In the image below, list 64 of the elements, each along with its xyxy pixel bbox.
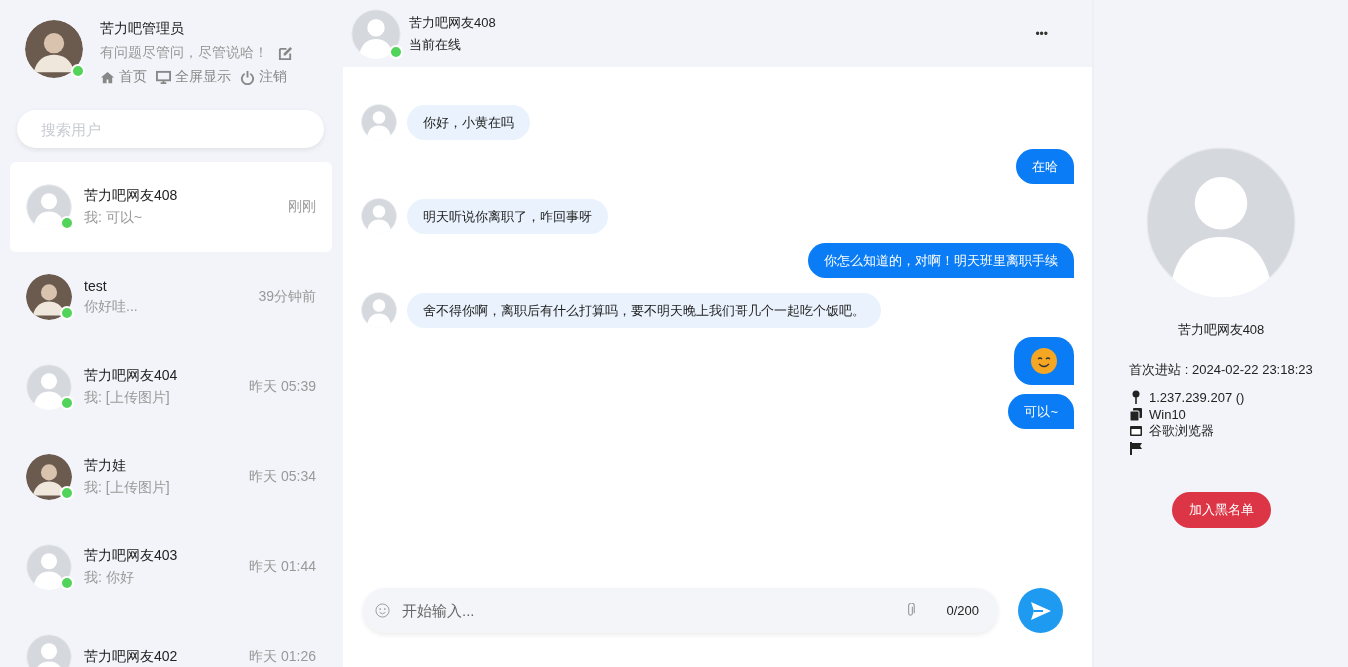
user-name: 苦力吧网友408 <box>1177 321 1265 339</box>
contact-name: test <box>84 278 108 294</box>
default-avatar-icon <box>1146 147 1296 297</box>
message-time: 昨天 01:44 <box>249 558 316 576</box>
conversation-item[interactable]: 苦力吧网友403 我: 你好 昨天 01:44 <box>10 522 332 612</box>
message-composer[interactable]: 开始输入... 0/200 <box>363 588 998 633</box>
message-time: 刚刚 <box>288 198 316 216</box>
smiley-icon <box>1031 348 1057 374</box>
message-preview: 我: [上传图片] <box>84 479 171 497</box>
device-icon <box>1129 407 1143 421</box>
conversation-item[interactable]: 苦力娃 我: [上传图片] 昨天 05:34 <box>10 432 332 522</box>
default-avatar-icon <box>361 198 397 234</box>
edit-icon[interactable] <box>278 45 293 61</box>
detail-text: 谷歌浏览器 <box>1149 422 1214 440</box>
send-button[interactable] <box>1018 588 1063 633</box>
message-input[interactable]: 开始输入... <box>400 601 894 620</box>
message-time: 昨天 01:26 <box>249 648 316 666</box>
blacklist-button[interactable]: 加入黑名单 <box>1171 492 1271 528</box>
detail-text: Win10 <box>1149 406 1186 422</box>
message-preview: 我: 你好 <box>84 569 135 587</box>
message-preview: 我: 可以~ <box>84 209 143 227</box>
contact-name: 苦力吧网友402 <box>84 648 179 666</box>
contact-name: 苦力吧网友403 <box>84 547 179 565</box>
message-bubble: 你怎么知道的，对啊！明天班里离职手续 <box>808 243 1074 278</box>
character-counter: 0/200 <box>946 603 979 618</box>
contact-name: 苦力吧网友408 <box>84 187 179 205</box>
message-time: 昨天 05:34 <box>249 468 316 486</box>
more-button[interactable]: ••• <box>1029 25 1054 42</box>
default-avatar-icon <box>26 184 72 230</box>
power-icon <box>240 69 255 85</box>
home-icon <box>100 69 115 85</box>
message-bubble: 舍不得你啊，离职后有什么打算吗，要不明天晚上我们哥几个一起吃个饭吧。 <box>407 292 881 328</box>
first-visit-text: 首次进站 : 2024-02-22 23:18:23 <box>1129 361 1313 379</box>
status-text: 有问题尽管问，尽管说哈！ <box>100 44 268 62</box>
online-status: 当前在线 <box>409 35 462 54</box>
avatar-photo-icon <box>25 20 83 78</box>
avatar-photo-icon <box>26 274 72 320</box>
message-time: 昨天 05:39 <box>249 378 316 396</box>
conversation-item[interactable]: 苦力吧网友408 我: 可以~ 刚刚 <box>10 162 332 252</box>
flag-icon <box>1129 441 1143 455</box>
message-bubble: 你好，小黄在吗 <box>407 104 530 140</box>
contact-name: 苦力吧网友404 <box>84 367 179 385</box>
default-avatar-icon <box>26 364 72 410</box>
browser-icon <box>1129 424 1143 438</box>
detail-text: 1.237.239.207 () <box>1149 389 1245 405</box>
monitor-icon <box>156 69 171 85</box>
message-time: 39分钟前 <box>258 288 316 306</box>
avatar-photo-icon <box>26 454 72 500</box>
message-bubble: 可以~ <box>1008 394 1074 429</box>
message-bubble: 明天听说你离职了，咋回事呀 <box>407 198 608 234</box>
conversation-item[interactable]: 苦力吧网友404 我: [上传图片] 昨天 05:39 <box>10 342 332 432</box>
default-avatar-icon <box>26 544 72 590</box>
conversation-item[interactable]: test 你好哇... 39分钟前 <box>10 252 332 342</box>
chat-contact-name: 苦力吧网友408 <box>409 13 497 32</box>
message-preview: 你好哇... <box>84 298 139 316</box>
conversation-item[interactable]: 苦力吧网友402 昨天 01:26 <box>10 612 332 667</box>
default-avatar-icon <box>351 8 401 59</box>
emoji-icon[interactable] <box>375 603 390 618</box>
admin-name: 苦力吧管理员 <box>100 20 185 38</box>
default-avatar-icon <box>361 104 397 140</box>
message-bubble: 在哈 <box>1016 149 1074 184</box>
contact-name: 苦力娃 <box>84 457 127 475</box>
message-preview: 我: [上传图片] <box>84 389 171 407</box>
default-avatar-icon <box>361 292 397 328</box>
